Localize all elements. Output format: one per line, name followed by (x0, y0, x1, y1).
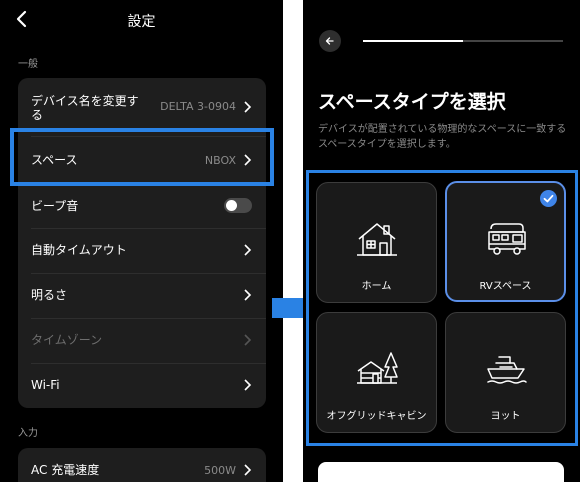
page-title: スペースタイプを選択 (318, 91, 506, 113)
page-description: デバイスが配置されている物理的なスペースに一致するスペースタイプを選択します。 (318, 124, 567, 150)
toggle-knob (226, 200, 237, 211)
continue-button[interactable] (318, 462, 564, 482)
ac-charge-speed-value: 500W (204, 464, 236, 477)
settings-screen: 設定 一般 デバイス名を変更する DELTA 3-0904 スペース NBOX … (0, 0, 283, 482)
chevron-right-icon (244, 379, 252, 391)
space-type-screen: スペースタイプを選択 デバイスが配置されている物理的なスペースに一致するスペース… (303, 0, 580, 482)
settings-row-label: デバイス名を変更する (31, 94, 139, 122)
house-icon (357, 223, 397, 256)
settings-row-label: Wi-Fi (31, 378, 60, 392)
settings-row-label: 明るさ (31, 288, 68, 302)
settings-row-label: AC 充電速度 (31, 463, 100, 477)
progress-bar (363, 40, 563, 42)
settings-row-device-name[interactable]: デバイス名を変更する DELTA 3-0904 (18, 85, 266, 129)
selected-check-icon (540, 190, 557, 207)
space-option-label: オフグリッドキャビン (326, 411, 427, 422)
settings-row-label: 自動タイムアウト (31, 243, 127, 257)
space-option-yacht[interactable]: ヨット (445, 312, 566, 433)
progress-fill (363, 40, 463, 42)
settings-card-input: AC 充電速度 500W (18, 448, 266, 482)
space-option-off-grid-cabin[interactable]: オフグリッドキャビン (316, 312, 437, 433)
back-button[interactable] (319, 30, 341, 52)
settings-row-brightness[interactable]: 明るさ (18, 273, 266, 317)
page-title: 設定 (127, 14, 156, 30)
chevron-right-icon (244, 334, 252, 346)
section-label-general: 一般 (18, 59, 38, 70)
settings-row-label: タイムゾーン (31, 333, 103, 347)
space-option-label: RVスペース (479, 281, 532, 292)
chevron-right-icon (244, 101, 252, 113)
space-option-label: ホーム (361, 281, 392, 292)
device-name-value: DELTA 3-0904 (160, 100, 236, 113)
space-option-label: ヨット (490, 411, 521, 422)
chevron-right-icon (244, 464, 252, 476)
settings-row-ac-charge-speed[interactable]: AC 充電速度 500W (18, 448, 266, 482)
settings-row-wifi[interactable]: Wi-Fi (18, 363, 266, 407)
arrow-left-icon (325, 37, 334, 45)
settings-row-beep: ビープ音 (18, 184, 266, 228)
space-option-home[interactable]: ホーム (316, 182, 437, 303)
settings-row-auto-timeout[interactable]: 自動タイムアウト (18, 228, 266, 272)
highlight-box-space-row (10, 128, 274, 186)
rv-icon (488, 223, 526, 255)
section-label-input: 入力 (18, 428, 38, 439)
settings-row-timezone: タイムゾーン (18, 318, 266, 362)
beep-toggle[interactable] (224, 198, 252, 213)
cabin-icon (357, 352, 398, 384)
settings-row-label: ビープ音 (31, 199, 79, 213)
yacht-icon (487, 356, 527, 384)
space-option-rv[interactable]: RVスペース (445, 181, 566, 302)
chevron-right-icon (244, 289, 252, 301)
chevron-right-icon (244, 244, 252, 256)
